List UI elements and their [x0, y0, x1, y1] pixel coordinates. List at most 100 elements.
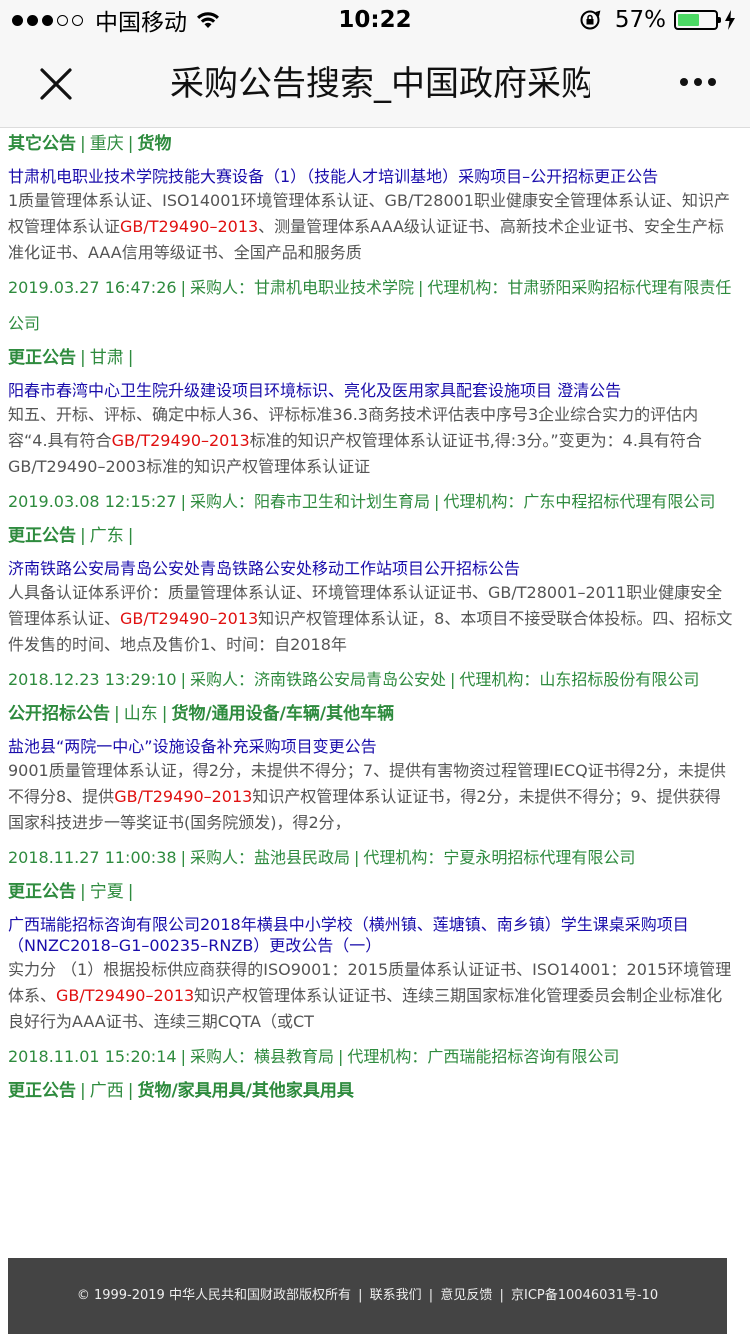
buyer-label: 采购人： — [189, 492, 254, 511]
region[interactable]: 广东 — [90, 526, 124, 546]
buyer-link[interactable]: 盐池县民政局 — [254, 848, 350, 867]
result-snippet: 1质量管理体系认证、ISO14001环境管理体系认证、GB/T28001职业健康… — [8, 188, 734, 266]
separator: | — [80, 134, 86, 154]
result-meta: 2019.03.27 16:47:26 | 采购人：甘肃机电职业技术学院 | 代理机构：… — [8, 270, 734, 342]
agency-link[interactable]: 广东中程招标代理有限公司 — [523, 492, 715, 511]
separator: | — [180, 1047, 186, 1066]
region[interactable]: 宁夏 — [90, 882, 124, 902]
charging-bolt-icon — [725, 10, 735, 30]
separator: | — [127, 526, 134, 546]
list-item: 广西瑞能招标咨询有限公司2018年横县中小学校（横州镇、莲塘镇、南乡镇）学生课桌… — [8, 914, 734, 1075]
category[interactable]: 货物 — [137, 134, 171, 154]
footer-copyright: © 1999-2019 中华人民共和国财政部版权所有 — [76, 1288, 351, 1303]
publish-date: 2019.03.08 12:15:27 — [8, 492, 177, 511]
separator: | — [80, 882, 86, 902]
buyer-link[interactable]: 济南铁路公安局青岛公安处 — [254, 670, 446, 689]
agency-link[interactable]: 山东招标股份有限公司 — [539, 670, 699, 689]
result-snippet: 人具备认证体系评价：质量管理体系认证、环境管理体系认证证书、GB/T28001–… — [8, 580, 734, 658]
region[interactable]: 甘肃 — [90, 348, 124, 368]
battery-icon — [674, 10, 721, 30]
buyer-label: 采购人： — [189, 670, 254, 689]
result-snippet: 知五、开标、评标、确定中标人36、评标标准36.3商务技术评估表中序号3企业综合… — [8, 402, 734, 480]
result-meta: 2018.11.27 11:00:38 | 采购人：盐池县民政局 | 代理机构：宁夏永明… — [8, 840, 734, 876]
separator: | — [180, 670, 186, 689]
category-row: 更正公告 | 甘肃 | — [8, 344, 734, 372]
notice-type[interactable]: 其它公告 — [8, 134, 76, 154]
separator: | — [80, 1081, 86, 1101]
separator: | — [180, 278, 186, 297]
agency-label: 代理机构： — [459, 670, 540, 689]
agency-link[interactable]: 宁夏永明招标代理有限公司 — [443, 848, 635, 867]
separator: | — [80, 348, 86, 368]
notice-type[interactable]: 更正公告 — [8, 1081, 76, 1101]
buyer-link[interactable]: 横县教育局 — [254, 1047, 334, 1066]
result-meta: 2018.12.23 13:29:10 | 采购人：济南铁路公安局青岛公安处 | 代理机… — [8, 662, 734, 698]
notice-type[interactable]: 更正公告 — [8, 882, 76, 902]
category[interactable]: 货物/家具用具/其他家具用具 — [137, 1081, 353, 1101]
status-right: 57% — [579, 5, 736, 35]
notice-type[interactable]: 更正公告 — [8, 348, 76, 368]
snippet-highlight: GB/T29490–2013 — [111, 431, 250, 450]
list-item: 济南铁路公安局青岛公安处青岛铁路公安处移动工作站项目公开招标公告 人具备认证体系评… — [8, 558, 734, 698]
separator: | — [433, 492, 440, 511]
buyer-label: 采购人： — [189, 278, 254, 297]
result-snippet: 9001质量管理体系认证，得2分，未提供不得分；7、提供有害物资过程管理IECQ… — [8, 758, 734, 836]
publish-date: 2018.11.27 11:00:38 — [8, 848, 177, 867]
list-item: 盐池县“两院一中心”设施设备补充采购项目变更公告 9001质量管理体系认证，得2分… — [8, 736, 734, 876]
buyer-label: 采购人： — [189, 1047, 254, 1066]
snippet-highlight: GB/T29490–2013 — [120, 217, 259, 236]
result-title-link[interactable]: 济南铁路公安局青岛公安处青岛铁路公安处移动工作站项目公开招标公告 — [8, 558, 734, 579]
region[interactable]: 广西 — [90, 1081, 124, 1101]
separator: | — [337, 1047, 344, 1066]
region[interactable]: 重庆 — [90, 134, 124, 154]
more-icon[interactable] — [674, 78, 716, 86]
separator: | — [180, 492, 186, 511]
search-results: 其它公告 | 重庆 | 货物 甘肃机电职业技术学院技能大赛设备（1）（技能人才培训基地）采… — [8, 128, 734, 1105]
separator: | — [417, 278, 424, 297]
region[interactable]: 山东 — [124, 704, 158, 724]
result-title-link[interactable]: 甘肃机电职业技术学院技能大赛设备（1）（技能人才培训基地）采购项目–公开招标更正… — [8, 166, 734, 187]
separator: | — [80, 526, 86, 546]
close-icon[interactable] — [38, 66, 74, 102]
nav-bar: 采购公告搜索_中国政府采购 — [0, 40, 750, 128]
category-row: 更正公告 | 宁夏 | — [8, 878, 734, 906]
result-snippet: 实力分 （1）根据投标供应商获得的ISO9001：2015质量体系认证证书、IS… — [8, 957, 734, 1035]
separator: | — [114, 704, 120, 724]
agency-label: 代理机构： — [443, 492, 524, 511]
separator: | — [127, 134, 134, 154]
publish-date: 2019.03.27 16:47:26 — [8, 278, 177, 297]
agency-link[interactable]: 广西瑞能招标咨询有限公司 — [427, 1047, 619, 1066]
snippet-highlight: GB/T29490–2013 — [56, 986, 195, 1005]
separator: | — [449, 670, 456, 689]
separator: | — [353, 848, 360, 867]
category-row: 更正公告 | 广西 | 货物/家具用具/其他家具用具 — [8, 1077, 734, 1105]
publish-date: 2018.11.01 15:20:14 — [8, 1047, 177, 1066]
category-row: 公开招标公告 | 山东 | 货物/通用设备/车辆/其他车辆 — [8, 700, 734, 728]
result-title-link[interactable]: 盐池县“两院一中心”设施设备补充采购项目变更公告 — [8, 736, 734, 757]
icp-link[interactable]: 京ICP备10046031号-10 — [511, 1288, 658, 1303]
result-title-link[interactable]: 广西瑞能招标咨询有限公司2018年横县中小学校（横州镇、莲塘镇、南乡镇）学生课桌… — [8, 914, 734, 956]
separator: | — [127, 882, 134, 902]
contact-link[interactable]: 联系我们 — [370, 1288, 422, 1303]
status-bar: 中国移动 10:22 57% — [0, 0, 750, 40]
result-meta: 2019.03.08 12:15:27 | 采购人：阳春市卫生和计划生育局 | 代理机构… — [8, 484, 734, 520]
result-title-link[interactable]: 阳春市春湾中心卫生院升级建设项目环境标识、亮化及医用家具配套设施项目 澄清公告 — [8, 380, 734, 401]
buyer-link[interactable]: 阳春市卫生和计划生育局 — [254, 492, 430, 511]
publish-date: 2018.12.23 13:29:10 — [8, 670, 177, 689]
notice-type[interactable]: 更正公告 — [8, 526, 76, 546]
buyer-label: 采购人： — [189, 848, 254, 867]
agency-label: 代理机构： — [427, 278, 508, 297]
separator: | — [127, 1081, 134, 1101]
snippet-highlight: GB/T29490–2013 — [120, 609, 259, 628]
category[interactable]: 货物/通用设备/车辆/其他车辆 — [171, 704, 394, 724]
buyer-link[interactable]: 甘肃机电职业技术学院 — [254, 278, 414, 297]
notice-type[interactable]: 公开招标公告 — [8, 704, 110, 724]
agency-label: 代理机构： — [347, 1047, 428, 1066]
rotation-lock-icon — [580, 10, 601, 30]
category-row: 其它公告 | 重庆 | 货物 — [8, 130, 734, 158]
footer: © 1999-2019 中华人民共和国财政部版权所有 | 联系我们 | 意见反馈… — [8, 1258, 727, 1334]
battery-level — [678, 14, 699, 26]
feedback-link[interactable]: 意见反馈 — [440, 1288, 492, 1303]
page-title: 采购公告搜索_中国政府采购 — [170, 64, 590, 104]
category-row: 更正公告 | 广东 | — [8, 522, 734, 550]
